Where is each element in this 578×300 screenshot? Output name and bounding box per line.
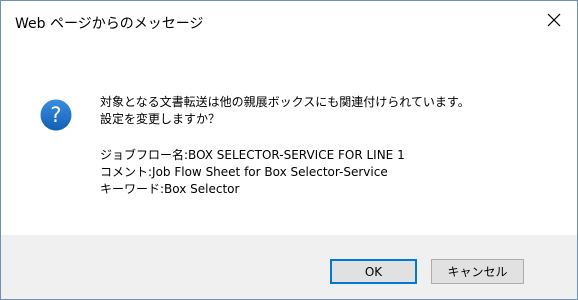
message-text: 対象となる文書転送は他の親展ボックスにも関連付けられています。 設定を変更します… <box>100 94 470 198</box>
svg-text:?: ? <box>50 103 61 127</box>
message-dialog: Web ページからのメッセージ ? 対象となる文書転送は他の親展ボックスにも関連… <box>0 0 578 300</box>
dialog-content: ? 対象となる文書転送は他の親展ボックスにも関連付けられています。 設定を変更し… <box>1 39 577 235</box>
close-button[interactable] <box>531 1 577 39</box>
cancel-button[interactable]: キャンセル <box>431 259 524 284</box>
message-line-1: 対象となる文書転送は他の親展ボックスにも関連付けられています。 <box>100 95 470 109</box>
ok-button[interactable]: OK <box>330 259 417 284</box>
title-bar: Web ページからのメッセージ <box>1 1 577 39</box>
button-area: OK キャンセル <box>1 235 577 299</box>
message-line-2: 設定を変更しますか？ <box>100 112 221 126</box>
dialog-title: Web ページからのメッセージ <box>15 16 204 32</box>
close-icon <box>547 13 561 27</box>
keyword-text: キーワード:Box Selector <box>100 182 240 196</box>
question-icon: ? <box>40 99 72 131</box>
jobflow-name: ジョブフロー名:BOX SELECTOR-SERVICE FOR LINE 1 <box>100 148 405 162</box>
comment-text: コメント:Job Flow Sheet for Box Selector-Ser… <box>100 165 388 179</box>
